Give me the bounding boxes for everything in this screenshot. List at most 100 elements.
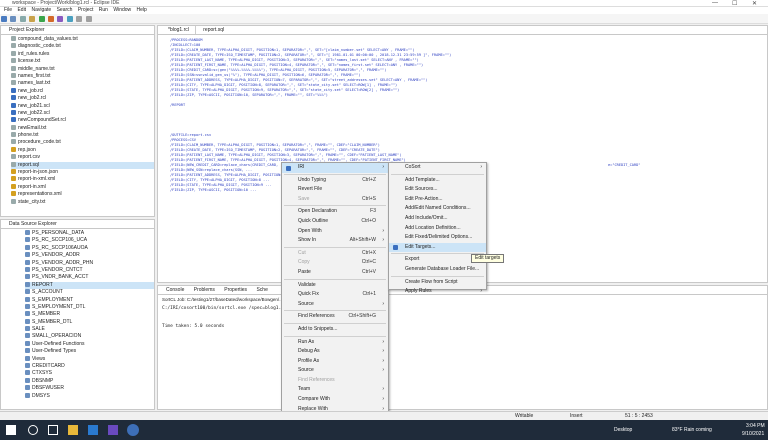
open-icon[interactable] bbox=[29, 16, 36, 22]
tab-schema[interactable]: Sche bbox=[252, 286, 271, 294]
external-tools-icon[interactable] bbox=[57, 16, 64, 22]
tab-console[interactable]: Console bbox=[162, 286, 188, 294]
menu-item[interactable]: Create Flow from Script bbox=[389, 278, 486, 288]
menu-item[interactable]: Undo Typing Ctrl+Z bbox=[282, 176, 388, 186]
tree-item[interactable]: User-Defined Types bbox=[25, 348, 154, 355]
run-icon[interactable] bbox=[38, 16, 45, 22]
menu-item[interactable]: Edit Pre-Action... bbox=[389, 195, 486, 205]
menu-edit[interactable]: Edit bbox=[17, 7, 26, 14]
tree-item[interactable]: procedure_code.txt bbox=[11, 139, 154, 146]
tree-item[interactable]: PS_RC_SCCP106AUOA bbox=[25, 244, 154, 252]
menu-item[interactable]: Open With › bbox=[282, 227, 388, 237]
menu-navigate[interactable]: Navigate bbox=[31, 7, 51, 14]
tree-item[interactable]: S_MEMBER_DTL bbox=[25, 318, 154, 326]
menu-file[interactable]: File bbox=[4, 7, 12, 14]
tree-item[interactable]: ird_rules.rules bbox=[11, 50, 154, 58]
tree-item[interactable]: representations.xml bbox=[11, 191, 154, 198]
menu-item[interactable]: Add to Snippets... bbox=[282, 325, 388, 335]
menu-item[interactable]: Source › bbox=[282, 366, 388, 376]
menu-item[interactable]: Paste Ctrl+V bbox=[282, 268, 388, 278]
tree-item[interactable]: report-in-xml.xml bbox=[11, 176, 154, 183]
tree-item[interactable]: SMALL_OPERACION bbox=[25, 333, 154, 340]
tree-item[interactable]: PS_RC_SCCP106_UCA bbox=[25, 237, 154, 244]
tree-item[interactable]: Views bbox=[25, 355, 154, 363]
tree-item[interactable]: PS_VENDOR_CNTCT bbox=[25, 266, 154, 274]
menu-item[interactable]: Edit Sources... bbox=[389, 185, 486, 195]
menu-item[interactable]: Run As › bbox=[282, 338, 388, 348]
tree-item[interactable]: REPORT bbox=[25, 281, 154, 290]
menu-item[interactable]: Team › bbox=[282, 385, 388, 395]
tree-item[interactable]: new_job21.scl bbox=[11, 102, 154, 110]
tree-item[interactable]: rep.json bbox=[11, 146, 154, 154]
project-explorer-tab[interactable]: Project Explorer bbox=[1, 26, 154, 35]
chrome-icon[interactable] bbox=[127, 424, 139, 436]
tree-item[interactable]: PS_PERSONAL_DATA bbox=[25, 230, 154, 237]
menu-item[interactable]: Edit Fixed/Delimited Options... bbox=[389, 233, 486, 243]
menu-item[interactable]: Revert File bbox=[282, 185, 388, 195]
desktop-label[interactable]: Desktop bbox=[614, 427, 632, 433]
forward-icon[interactable] bbox=[85, 16, 92, 22]
back-icon[interactable] bbox=[76, 16, 83, 22]
tab-problems[interactable]: Problems bbox=[190, 286, 219, 294]
menu-item[interactable]: Show In Alt+Shift+W › bbox=[282, 236, 388, 246]
mail-icon[interactable] bbox=[88, 425, 98, 435]
tree-item[interactable]: report-in-json.json bbox=[11, 169, 154, 176]
tree-item[interactable]: PS_VENDOR_ADDR_PHN bbox=[25, 259, 154, 267]
tree-item[interactable]: state_city.txt bbox=[11, 198, 154, 206]
menu-item[interactable]: Open Declaration F3 bbox=[282, 207, 388, 217]
tab-properties[interactable]: Properties bbox=[220, 286, 251, 294]
editor-tab-report-sql[interactable]: report.sql bbox=[197, 26, 230, 34]
file-explorer-icon[interactable] bbox=[68, 425, 78, 435]
tree-item[interactable]: phone.txt bbox=[11, 132, 154, 139]
save-all-icon[interactable] bbox=[19, 16, 26, 22]
tree-item[interactable]: S_MEMBER bbox=[25, 311, 154, 318]
close-button[interactable]: ✕ bbox=[752, 0, 757, 7]
tree-item[interactable]: newCompoundSet.rcl bbox=[11, 117, 154, 124]
save-icon[interactable] bbox=[10, 16, 17, 22]
tree-item[interactable]: new_job.rcl bbox=[11, 87, 154, 95]
task-view-icon[interactable] bbox=[48, 425, 58, 435]
menu-project[interactable]: Project bbox=[78, 7, 94, 14]
tree-item[interactable]: DMSYS bbox=[25, 392, 154, 400]
search-icon[interactable] bbox=[28, 425, 38, 435]
tree-item[interactable]: names_last.txt bbox=[11, 80, 154, 87]
menu-item[interactable]: Add Template... bbox=[389, 176, 486, 186]
tree-item[interactable]: S_EMPLOYMENT_DTL bbox=[25, 303, 154, 311]
menu-item[interactable]: Source › bbox=[282, 300, 388, 310]
tree-item[interactable]: SALE bbox=[25, 326, 154, 333]
tree-item[interactable]: diagnostic_code.txt bbox=[11, 43, 154, 50]
tree-item[interactable]: new_job22.scl bbox=[11, 109, 154, 117]
tree-item[interactable]: User-Defined Functions bbox=[25, 340, 154, 348]
tree-item[interactable]: new_job2.rcl bbox=[11, 95, 154, 102]
menu-item[interactable]: Find References Ctrl+Shift+G bbox=[282, 312, 388, 322]
tree-item[interactable]: CTXSYS bbox=[25, 370, 154, 377]
menu-item[interactable]: Debug As › bbox=[282, 347, 388, 357]
tree-item[interactable]: license.txt bbox=[11, 58, 154, 65]
menu-item[interactable]: IRI › bbox=[282, 163, 388, 173]
debug-icon[interactable] bbox=[47, 16, 54, 22]
menu-item[interactable]: Cut Ctrl+X bbox=[282, 249, 388, 259]
menu-item[interactable]: Edit Targets... bbox=[389, 242, 486, 253]
eclipse-icon[interactable] bbox=[108, 425, 118, 435]
tree-item[interactable]: PS_VENDOR_ADDR bbox=[25, 252, 154, 259]
weather-widget[interactable]: 83°F Rain coming bbox=[672, 427, 712, 433]
menu-item[interactable]: Add Location Definition... bbox=[389, 224, 486, 234]
menu-item[interactable]: Add Include/Omit... bbox=[389, 214, 486, 224]
menu-item[interactable]: Generate Database Loader File... bbox=[389, 265, 486, 275]
tree-item[interactable]: DBSFWUSER bbox=[25, 385, 154, 392]
tree-item[interactable]: S_EMPLOYMENT bbox=[25, 296, 154, 304]
clock-time[interactable]: 3:04 PM bbox=[746, 423, 765, 429]
menu-window[interactable]: Window bbox=[113, 7, 131, 14]
menu-item[interactable]: CoSort › bbox=[389, 163, 486, 173]
data-source-explorer-tab[interactable]: Data Source Explorer bbox=[1, 220, 154, 229]
menu-item[interactable]: Validate bbox=[282, 281, 388, 291]
minimize-button[interactable]: — bbox=[712, 0, 718, 6]
tree-item[interactable]: report-in.xml bbox=[11, 183, 154, 191]
menu-run[interactable]: Run bbox=[99, 7, 108, 14]
tree-item[interactable]: report.sql bbox=[11, 161, 154, 170]
editor-tab-blog1[interactable]: *blog1.rcl bbox=[162, 26, 196, 34]
tree-item[interactable]: newEmail.txt bbox=[11, 124, 154, 132]
menu-item[interactable]: Profile As › bbox=[282, 357, 388, 367]
menu-item[interactable]: Save Ctrl+S bbox=[282, 195, 388, 205]
tree-item[interactable]: compound_data_values.txt bbox=[11, 36, 154, 43]
